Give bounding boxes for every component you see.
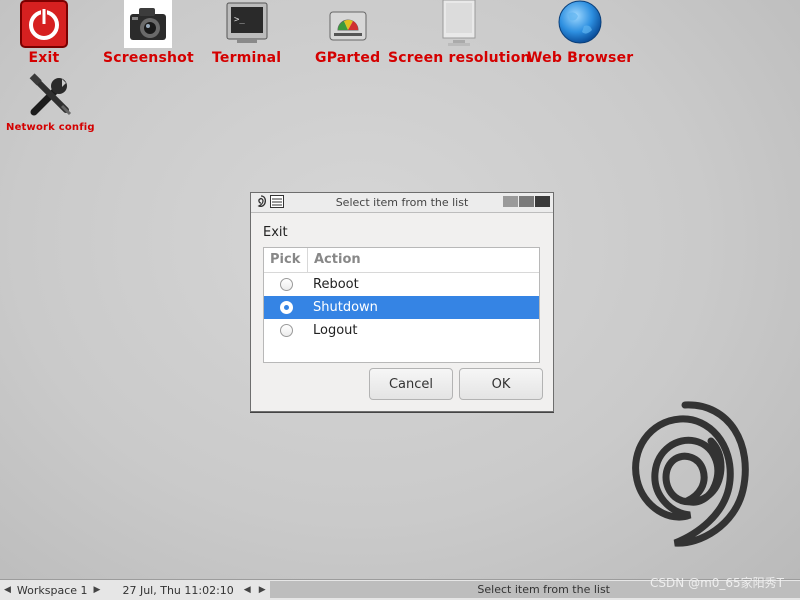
- desktop-icon-label: Network config: [6, 122, 95, 133]
- ok-button[interactable]: OK: [459, 368, 543, 400]
- row-action-label: Reboot: [313, 277, 359, 292]
- desktop-icon-label: Screenshot: [103, 50, 194, 66]
- minimize-button[interactable]: [503, 196, 518, 207]
- desktop-icon-screenshot[interactable]: Screenshot: [103, 0, 194, 66]
- action-list: Pick Action Reboot Shutdown Logout: [263, 247, 540, 363]
- desktop-icon-label: Screen resolution: [388, 50, 531, 66]
- dialog-titlebar[interactable]: Select item from the list: [251, 193, 553, 213]
- radio-button[interactable]: [279, 324, 293, 337]
- row-action-label: Logout: [313, 323, 358, 338]
- desktop-icon-terminal[interactable]: >_ Terminal: [212, 0, 281, 66]
- list-row-shutdown[interactable]: Shutdown: [264, 296, 539, 319]
- desktop-icon-screen-resolution[interactable]: Screen resolution: [388, 0, 531, 66]
- list-row-reboot[interactable]: Reboot: [264, 273, 539, 296]
- list-row-logout[interactable]: Logout: [264, 319, 539, 342]
- select-item-dialog: Select item from the list Exit Pick Acti…: [250, 192, 554, 412]
- desktop-icon-label: Web Browser: [527, 50, 634, 66]
- workspace-next-arrow-icon[interactable]: ▶: [90, 585, 105, 595]
- dialog-prompt: Exit: [263, 225, 288, 240]
- task-prev-arrow-icon[interactable]: ◀: [240, 585, 255, 595]
- close-button[interactable]: [535, 196, 550, 207]
- maximize-button[interactable]: [519, 196, 534, 207]
- svg-text:>_: >_: [234, 15, 245, 25]
- radio-button[interactable]: [279, 278, 293, 291]
- clock: 27 Jul, Thu 11:02:10: [122, 583, 234, 597]
- desktop-icon-label: Exit: [28, 50, 60, 66]
- watermark: CSDN @m0_65家阳秀T: [650, 576, 784, 590]
- workspace-label[interactable]: Workspace 1: [15, 584, 90, 597]
- task-next-arrow-icon[interactable]: ▶: [255, 585, 270, 595]
- workspace-prev-arrow-icon[interactable]: ◀: [0, 585, 15, 595]
- column-header-action[interactable]: Action: [308, 248, 361, 272]
- desktop-icon-label: Terminal: [212, 50, 282, 66]
- desktop-icon-network-config[interactable]: Network config: [6, 72, 95, 133]
- list-header: Pick Action: [264, 248, 539, 273]
- power-icon: [20, 0, 68, 48]
- row-action-label: Shutdown: [313, 300, 378, 315]
- desktop-icon-label: GParted: [315, 50, 381, 66]
- radio-button-checked[interactable]: [279, 301, 293, 314]
- desktop-icon-exit[interactable]: Exit: [20, 0, 68, 66]
- cancel-button[interactable]: Cancel: [369, 368, 453, 400]
- tools-icon: [26, 72, 74, 120]
- disk-icon: [324, 0, 372, 48]
- desktop-icon-web-browser[interactable]: Web Browser: [527, 0, 633, 66]
- camera-icon: [124, 0, 173, 48]
- monitor-icon: [435, 0, 483, 48]
- debian-swirl-logo: [632, 401, 749, 547]
- terminal-icon: >_: [223, 0, 271, 48]
- globe-icon: [556, 0, 604, 48]
- desktop-icon-gparted[interactable]: GParted: [315, 0, 380, 66]
- column-header-pick[interactable]: Pick: [264, 248, 308, 272]
